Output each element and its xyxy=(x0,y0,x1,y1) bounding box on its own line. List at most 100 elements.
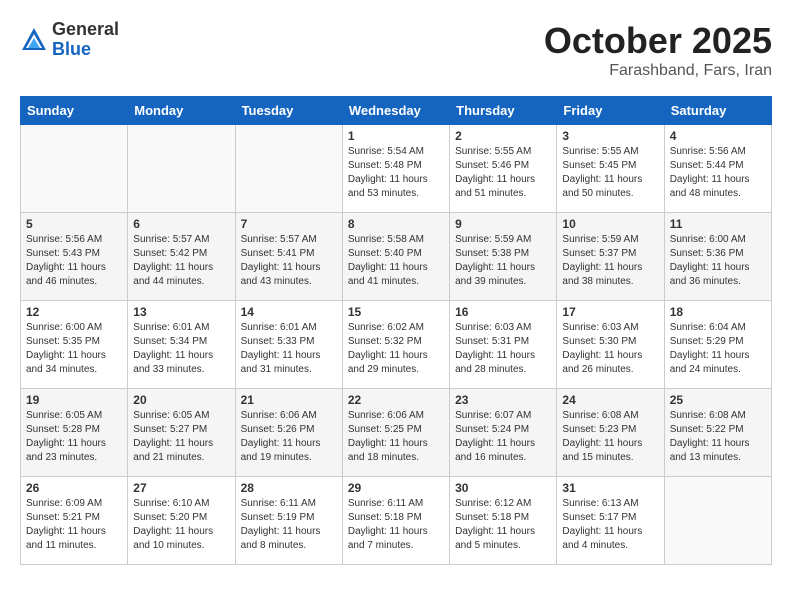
day-number: 11 xyxy=(670,217,766,231)
day-number: 6 xyxy=(133,217,229,231)
calendar-cell: 30 Sunrise: 6:12 AM Sunset: 5:18 PM Dayli… xyxy=(450,477,557,565)
day-info: Sunrise: 6:04 AM Sunset: 5:29 PM Dayligh… xyxy=(670,321,766,377)
day-number: 5 xyxy=(26,217,122,231)
calendar-cell: 5 Sunrise: 5:56 AM Sunset: 5:43 PM Daylig… xyxy=(21,213,128,301)
calendar-cell: 14 Sunrise: 6:01 AM Sunset: 5:33 PM Dayli… xyxy=(235,301,342,389)
calendar-cell: 18 Sunrise: 6:04 AM Sunset: 5:29 PM Dayli… xyxy=(664,301,771,389)
calendar-cell: 8Sunrise: 5:58 AM Sunset: 5:40 PM Daylig… xyxy=(342,213,449,301)
logo: General Blue xyxy=(20,20,119,60)
weekday-header-row: SundayMondayTuesdayWednesdayThursdayFrid… xyxy=(21,97,772,125)
day-info: Sunrise: 6:12 AM Sunset: 5:18 PM Dayligh… xyxy=(455,497,551,553)
calendar-cell: 24 Sunrise: 6:08 AM Sunset: 5:23 PM Dayli… xyxy=(557,389,664,477)
calendar-cell: 26Sunrise: 6:09 AM Sunset: 5:21 PM Dayli… xyxy=(21,477,128,565)
calendar-cell: 17 Sunrise: 6:03 AM Sunset: 5:30 PM Dayli… xyxy=(557,301,664,389)
calendar-subtitle: Farashband, Fars, Iran xyxy=(544,62,772,80)
day-number: 1 xyxy=(348,129,444,143)
calendar-cell: 28Sunrise: 6:11 AM Sunset: 5:19 PM Dayli… xyxy=(235,477,342,565)
day-info: Sunrise: 6:00 AM Sunset: 5:36 PM Dayligh… xyxy=(670,233,766,289)
calendar-cell: 10 Sunrise: 5:59 AM Sunset: 5:37 PM Dayli… xyxy=(557,213,664,301)
calendar-cell: 21 Sunrise: 6:06 AM Sunset: 5:26 PM Dayli… xyxy=(235,389,342,477)
day-info: Sunrise: 6:03 AM Sunset: 5:31 PM Dayligh… xyxy=(455,321,551,377)
day-info: Sunrise: 6:05 AM Sunset: 5:28 PM Dayligh… xyxy=(26,409,122,465)
day-number: 10 xyxy=(562,217,658,231)
day-number: 23 xyxy=(455,393,551,407)
title-block: October 2025 Farashband, Fars, Iran xyxy=(544,20,772,80)
day-info: Sunrise: 6:01 AM Sunset: 5:34 PM Dayligh… xyxy=(133,321,229,377)
calendar-cell: 19Sunrise: 6:05 AM Sunset: 5:28 PM Dayli… xyxy=(21,389,128,477)
day-number: 17 xyxy=(562,305,658,319)
week-row-5: 26Sunrise: 6:09 AM Sunset: 5:21 PM Dayli… xyxy=(21,477,772,565)
calendar-cell: 20 Sunrise: 6:05 AM Sunset: 5:27 PM Dayli… xyxy=(128,389,235,477)
calendar-table: SundayMondayTuesdayWednesdayThursdayFrid… xyxy=(20,96,772,565)
day-number: 9 xyxy=(455,217,551,231)
page-header: General Blue October 2025 Farashband, Fa… xyxy=(20,20,772,80)
day-info: Sunrise: 6:08 AM Sunset: 5:22 PM Dayligh… xyxy=(670,409,766,465)
day-info: Sunrise: 6:07 AM Sunset: 5:24 PM Dayligh… xyxy=(455,409,551,465)
logo-text: General Blue xyxy=(52,20,119,60)
day-info: Sunrise: 5:57 AM Sunset: 5:41 PM Dayligh… xyxy=(241,233,337,289)
calendar-cell: 22 Sunrise: 6:06 AM Sunset: 5:25 PM Dayli… xyxy=(342,389,449,477)
day-info: Sunrise: 6:03 AM Sunset: 5:30 PM Dayligh… xyxy=(562,321,658,377)
day-info: Sunrise: 6:06 AM Sunset: 5:26 PM Dayligh… xyxy=(241,409,337,465)
calendar-cell xyxy=(128,125,235,213)
calendar-cell: 13 Sunrise: 6:01 AM Sunset: 5:34 PM Dayli… xyxy=(128,301,235,389)
day-info: Sunrise: 5:57 AM Sunset: 5:42 PM Dayligh… xyxy=(133,233,229,289)
day-number: 24 xyxy=(562,393,658,407)
day-info: Sunrise: 6:10 AM Sunset: 5:20 PM Dayligh… xyxy=(133,497,229,553)
weekday-header-tuesday: Tuesday xyxy=(235,97,342,125)
day-info: Sunrise: 5:58 AM Sunset: 5:40 PM Dayligh… xyxy=(348,233,444,289)
day-info: Sunrise: 5:55 AM Sunset: 5:45 PM Dayligh… xyxy=(562,145,658,201)
calendar-cell xyxy=(664,477,771,565)
logo-general-text: General xyxy=(52,20,119,40)
day-number: 21 xyxy=(241,393,337,407)
calendar-cell: 31Sunrise: 6:13 AM Sunset: 5:17 PM Dayli… xyxy=(557,477,664,565)
day-info: Sunrise: 6:09 AM Sunset: 5:21 PM Dayligh… xyxy=(26,497,122,553)
calendar-cell: 3 Sunrise: 5:55 AM Sunset: 5:45 PM Daylig… xyxy=(557,125,664,213)
day-number: 13 xyxy=(133,305,229,319)
weekday-header-friday: Friday xyxy=(557,97,664,125)
day-number: 16 xyxy=(455,305,551,319)
day-number: 4 xyxy=(670,129,766,143)
weekday-header-wednesday: Wednesday xyxy=(342,97,449,125)
calendar-cell: 1 Sunrise: 5:54 AM Sunset: 5:48 PM Daylig… xyxy=(342,125,449,213)
day-info: Sunrise: 5:59 AM Sunset: 5:37 PM Dayligh… xyxy=(562,233,658,289)
day-number: 22 xyxy=(348,393,444,407)
calendar-cell: 7 Sunrise: 5:57 AM Sunset: 5:41 PM Daylig… xyxy=(235,213,342,301)
day-info: Sunrise: 6:05 AM Sunset: 5:27 PM Dayligh… xyxy=(133,409,229,465)
day-info: Sunrise: 5:56 AM Sunset: 5:43 PM Dayligh… xyxy=(26,233,122,289)
calendar-cell: 29Sunrise: 6:11 AM Sunset: 5:18 PM Dayli… xyxy=(342,477,449,565)
calendar-cell: 27Sunrise: 6:10 AM Sunset: 5:20 PM Dayli… xyxy=(128,477,235,565)
calendar-cell: 23 Sunrise: 6:07 AM Sunset: 5:24 PM Dayli… xyxy=(450,389,557,477)
day-number: 3 xyxy=(562,129,658,143)
day-number: 12 xyxy=(26,305,122,319)
calendar-cell: 6 Sunrise: 5:57 AM Sunset: 5:42 PM Daylig… xyxy=(128,213,235,301)
logo-icon xyxy=(20,26,48,54)
day-number: 30 xyxy=(455,481,551,495)
week-row-2: 5 Sunrise: 5:56 AM Sunset: 5:43 PM Daylig… xyxy=(21,213,772,301)
day-info: Sunrise: 6:01 AM Sunset: 5:33 PM Dayligh… xyxy=(241,321,337,377)
day-number: 2 xyxy=(455,129,551,143)
calendar-cell: 9 Sunrise: 5:59 AM Sunset: 5:38 PM Daylig… xyxy=(450,213,557,301)
calendar-cell: 2 Sunrise: 5:55 AM Sunset: 5:46 PM Daylig… xyxy=(450,125,557,213)
day-info: Sunrise: 5:55 AM Sunset: 5:46 PM Dayligh… xyxy=(455,145,551,201)
week-row-3: 12Sunrise: 6:00 AM Sunset: 5:35 PM Dayli… xyxy=(21,301,772,389)
day-number: 14 xyxy=(241,305,337,319)
day-info: Sunrise: 5:54 AM Sunset: 5:48 PM Dayligh… xyxy=(348,145,444,201)
day-number: 20 xyxy=(133,393,229,407)
day-info: Sunrise: 5:59 AM Sunset: 5:38 PM Dayligh… xyxy=(455,233,551,289)
weekday-header-saturday: Saturday xyxy=(664,97,771,125)
weekday-header-monday: Monday xyxy=(128,97,235,125)
week-row-4: 19Sunrise: 6:05 AM Sunset: 5:28 PM Dayli… xyxy=(21,389,772,477)
calendar-cell: 4Sunrise: 5:56 AM Sunset: 5:44 PM Daylig… xyxy=(664,125,771,213)
weekday-header-sunday: Sunday xyxy=(21,97,128,125)
calendar-cell xyxy=(235,125,342,213)
calendar-cell xyxy=(21,125,128,213)
weekday-header-thursday: Thursday xyxy=(450,97,557,125)
calendar-cell: 25Sunrise: 6:08 AM Sunset: 5:22 PM Dayli… xyxy=(664,389,771,477)
day-number: 18 xyxy=(670,305,766,319)
day-number: 7 xyxy=(241,217,337,231)
calendar-cell: 12Sunrise: 6:00 AM Sunset: 5:35 PM Dayli… xyxy=(21,301,128,389)
calendar-title: October 2025 xyxy=(544,20,772,62)
day-info: Sunrise: 6:06 AM Sunset: 5:25 PM Dayligh… xyxy=(348,409,444,465)
day-info: Sunrise: 6:08 AM Sunset: 5:23 PM Dayligh… xyxy=(562,409,658,465)
